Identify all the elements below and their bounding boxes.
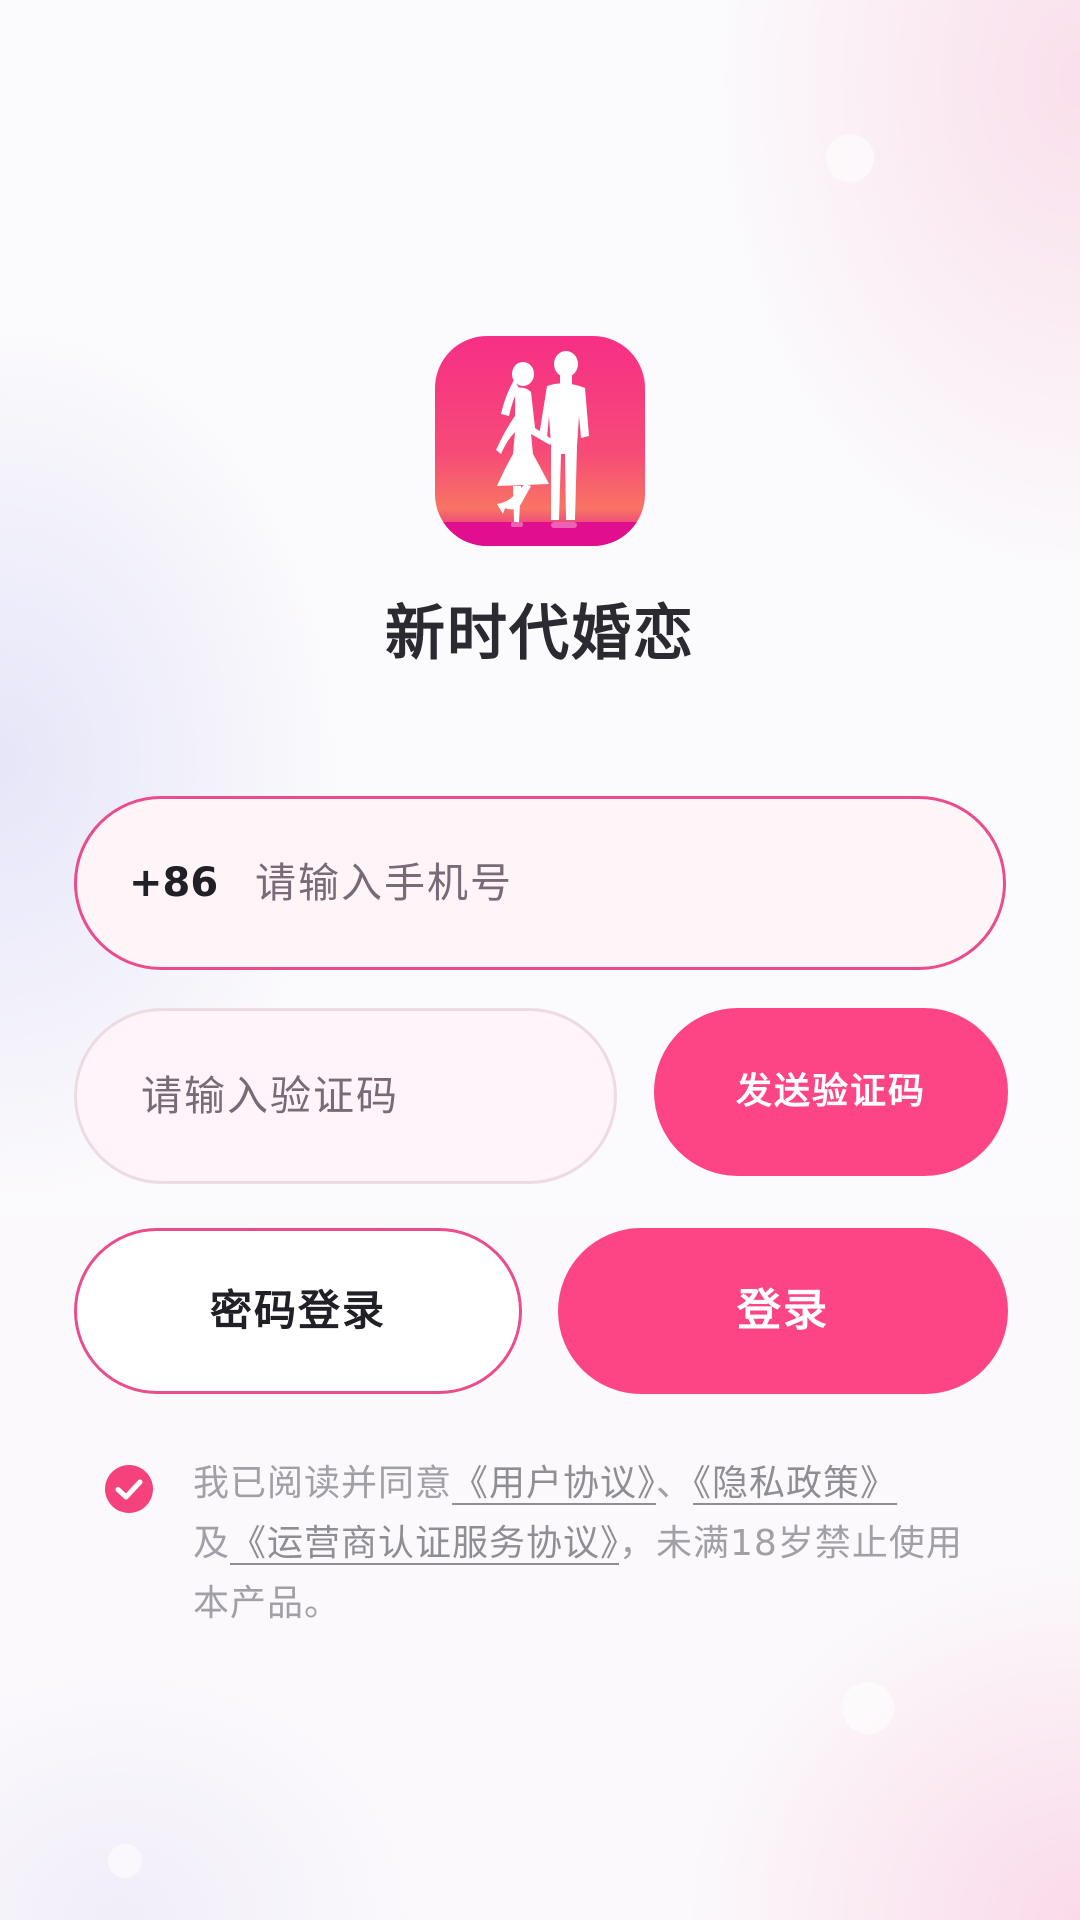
verification-code-input[interactable]: 请输入验证码 [74, 1008, 617, 1184]
decorative-bubble [842, 1682, 894, 1734]
privacy-policy-link[interactable]: 《隐私政策》 [693, 1463, 897, 1504]
phone-placeholder: 请输入手机号 [255, 859, 513, 907]
verification-code-placeholder: 请输入验证码 [141, 1072, 399, 1120]
phone-input[interactable]: +86 请输入手机号 [74, 796, 1006, 970]
couple-silhouette-icon [435, 351, 645, 546]
user-agreement-link[interactable]: 《用户协议》 [452, 1463, 656, 1504]
agreement-prefix: 我已阅读并同意 [193, 1463, 453, 1504]
agreement-text: 我已阅读并同意《用户协议》、《隐私政策》 及《运营商认证服务协议》，未满18岁禁止… [193, 1454, 993, 1634]
agreement-separator: 、 [656, 1463, 694, 1504]
agreement-conjunction: 及 [193, 1523, 231, 1564]
password-login-button[interactable]: 密码登录 [74, 1228, 522, 1394]
check-icon [115, 1479, 143, 1500]
agreement-checkbox[interactable] [105, 1465, 153, 1513]
app-logo [435, 336, 645, 546]
decorative-bubble [826, 134, 874, 182]
operator-agreement-link[interactable]: 《运营商认证服务协议》 [230, 1523, 619, 1564]
send-code-button[interactable]: 发送验证码 [654, 1008, 1008, 1176]
app-title: 新时代婚恋 [385, 599, 695, 669]
country-code-selector[interactable]: +86 [129, 799, 218, 967]
login-button[interactable]: 登录 [558, 1228, 1008, 1394]
decorative-bubble [108, 1844, 142, 1878]
